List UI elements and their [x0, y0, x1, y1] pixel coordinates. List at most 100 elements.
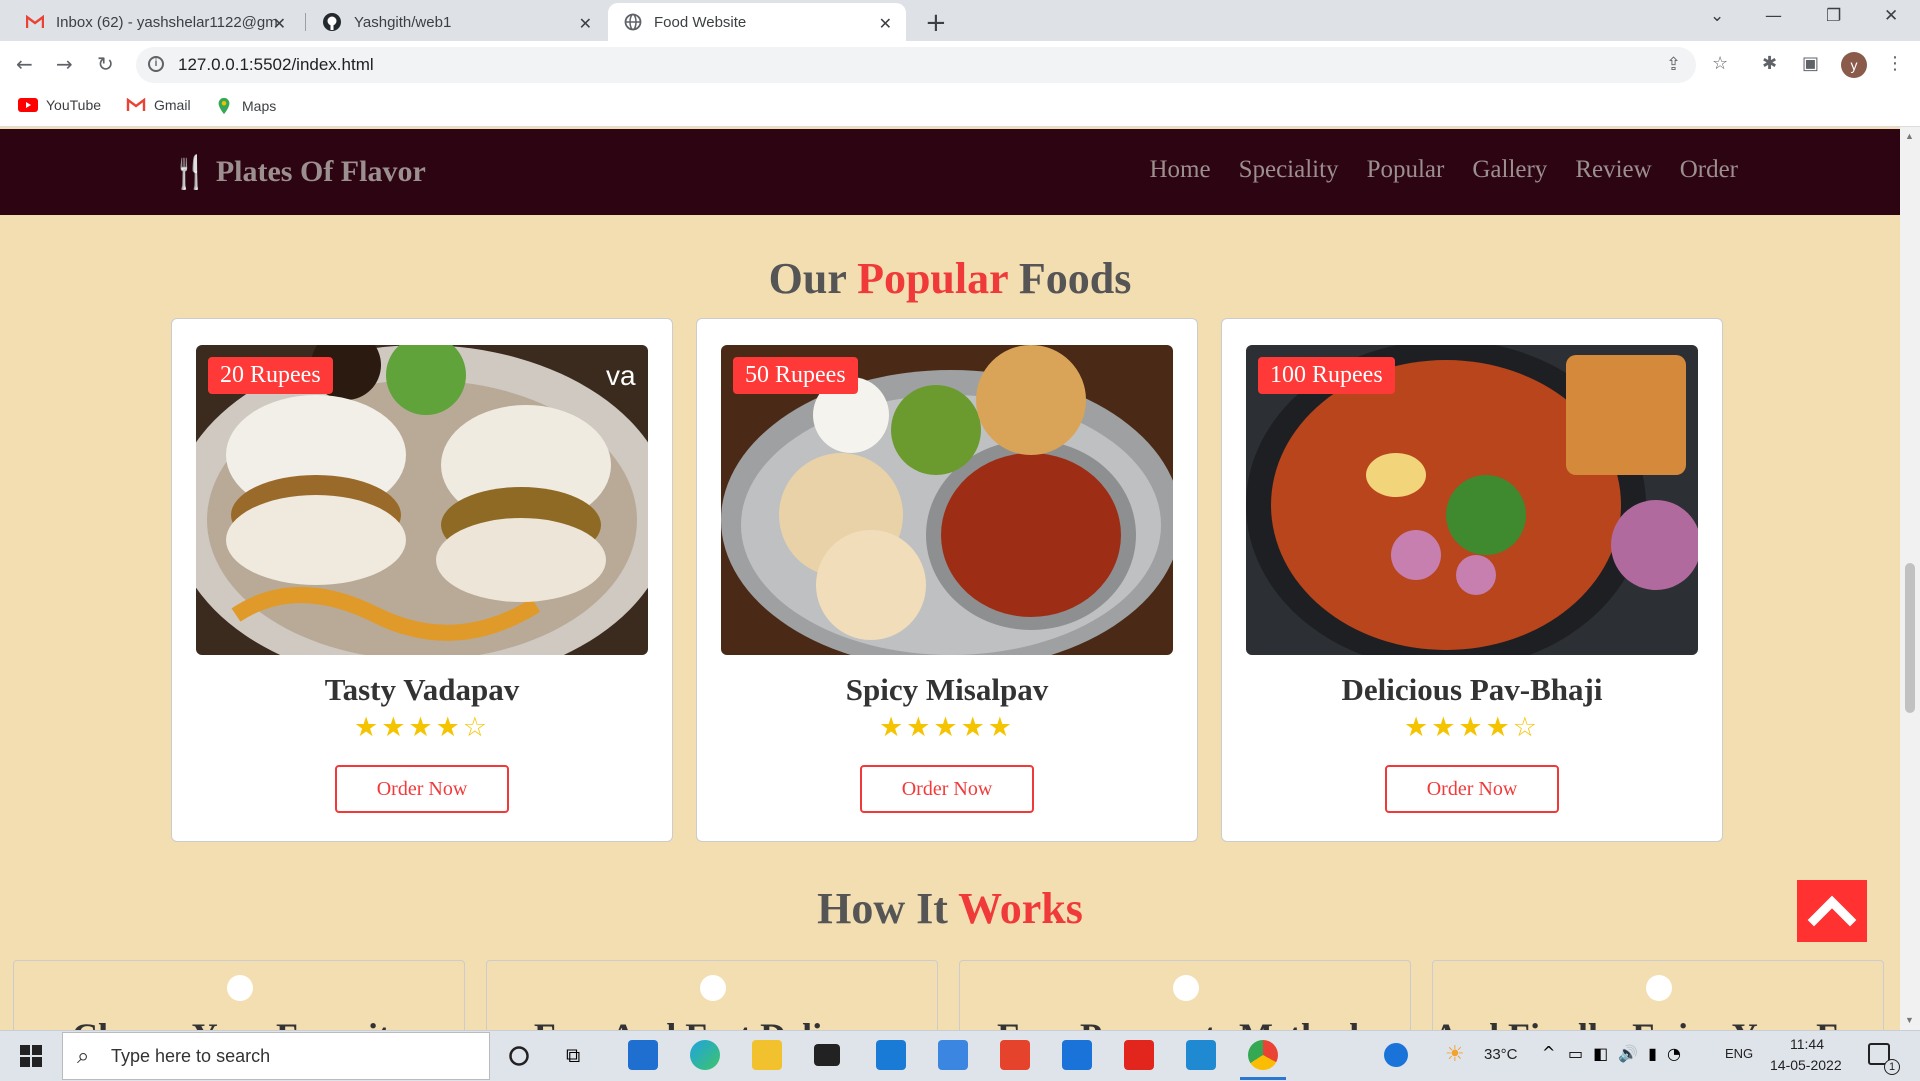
forward-icon[interactable]: →	[56, 52, 73, 76]
food-name: Tasty Vadapav	[324, 672, 520, 707]
step-title: And Finally, Enjoy Your Food	[1433, 1015, 1883, 1030]
language-text[interactable]: ENG	[1725, 1046, 1753, 1061]
vscode-icon[interactable]	[1186, 1040, 1216, 1070]
bookmark-label: Maps	[242, 98, 277, 114]
new-tab-button[interactable]: +	[925, 8, 947, 38]
tab-github[interactable]: Yashgith/web1 ✕	[310, 3, 606, 41]
close-window-icon[interactable]: ✕	[1884, 6, 1898, 26]
step-title: Choose Your Favorite	[14, 1015, 464, 1030]
office-icon[interactable]	[1000, 1040, 1030, 1070]
nav-home[interactable]: Home	[1149, 156, 1210, 184]
wps-icon[interactable]	[1124, 1040, 1154, 1070]
side-panel-icon[interactable]: ▣	[1802, 53, 1819, 74]
nav-popular[interactable]: Popular	[1367, 156, 1445, 184]
bookmark-star-icon[interactable]: ☆	[1712, 53, 1728, 74]
title-text: Our	[768, 254, 858, 303]
nav-speciality[interactable]: Speciality	[1239, 156, 1339, 184]
title-accent: Popular	[857, 254, 1008, 303]
page-scrollbar[interactable]: ▲ ▼	[1900, 127, 1920, 1030]
close-icon[interactable]: ✕	[273, 14, 286, 34]
temperature-text[interactable]: 33°C	[1484, 1046, 1518, 1063]
nav-order[interactable]: Order	[1680, 156, 1738, 184]
close-icon[interactable]: ✕	[879, 14, 892, 34]
site-info-icon[interactable]: i	[148, 56, 164, 72]
todo-icon[interactable]	[938, 1040, 968, 1070]
bookmark-gmail[interactable]: Gmail	[126, 97, 191, 113]
address-bar: ← → ↻ i 127.0.0.1:5502/index.html ⇪ ☆ ✱ …	[0, 41, 1920, 89]
scrollbar-thumb[interactable]	[1905, 563, 1915, 713]
maximize-icon[interactable]: ❐	[1826, 6, 1841, 26]
price-badge: 100 Rupees	[1258, 357, 1395, 394]
title-text: How It	[817, 884, 959, 933]
bookmark-maps[interactable]: Maps	[214, 97, 276, 115]
order-now-button[interactable]: Order Now	[860, 765, 1034, 813]
food-name: Delicious Pav-Bhaji	[1341, 672, 1603, 707]
store-icon[interactable]	[628, 1040, 658, 1070]
site-header: 🍴 Plates Of Flavor Home Speciality Popul…	[0, 129, 1900, 215]
bookmark-youtube[interactable]: YouTube	[18, 97, 101, 113]
extensions-icon[interactable]: ✱	[1762, 53, 1777, 74]
task-view-icon[interactable]: ⧉	[566, 1043, 580, 1067]
how-step-card: Free And Fast Delivery	[486, 960, 938, 1030]
main-nav: Home Speciality Popular Gallery Review O…	[1121, 156, 1738, 184]
tab-title: Inbox (62) - yashshelar1122@gm	[56, 13, 278, 31]
tray-icons[interactable]: ▭◧🔊▮◔	[1568, 1044, 1691, 1063]
food-name: Spicy Misalpav	[845, 672, 1049, 707]
step-image	[1646, 975, 1672, 1001]
close-icon[interactable]: ✕	[579, 14, 592, 34]
minimize-icon[interactable]: —	[1765, 6, 1782, 26]
edge-icon[interactable]	[690, 1040, 720, 1070]
avatar[interactable]: y	[1841, 52, 1867, 78]
globe-icon	[624, 13, 642, 31]
chevron-up-icon[interactable]: ^	[1542, 1043, 1555, 1062]
order-now-button[interactable]: Order Now	[335, 765, 509, 813]
order-now-button[interactable]: Order Now	[1385, 765, 1559, 813]
bookmark-label: Gmail	[154, 97, 191, 113]
step-title: Easy Payments Methods	[960, 1015, 1410, 1030]
nav-review[interactable]: Review	[1575, 156, 1651, 184]
gmail-icon	[26, 15, 44, 28]
cortana-icon[interactable]	[508, 1045, 530, 1067]
nav-gallery[interactable]: Gallery	[1472, 156, 1547, 184]
site-logo[interactable]: 🍴 Plates Of Flavor	[170, 153, 426, 191]
step-image	[700, 975, 726, 1001]
food-card-pav-bhaji: 100 Rupees Delicious Pav-Bhaji ★★★★☆ Ord…	[1221, 318, 1723, 842]
notification-count-badge: 1	[1884, 1059, 1900, 1075]
popular-section-title: Our Popular Foods	[0, 253, 1900, 304]
mail-icon[interactable]	[1062, 1040, 1092, 1070]
scroll-to-top-button[interactable]	[1797, 880, 1867, 942]
share-icon[interactable]: ⇪	[1666, 54, 1681, 75]
windows-start-icon[interactable]	[20, 1045, 42, 1067]
star-rating: ★★★★☆	[353, 712, 491, 743]
tab-gmail[interactable]: Inbox (62) - yashshelar1122@gm ✕	[14, 3, 300, 41]
dropbox-icon[interactable]	[814, 1044, 840, 1066]
title-accent: Works	[958, 884, 1083, 933]
page-viewport: 🍴 Plates Of Flavor Home Speciality Popul…	[0, 127, 1900, 1030]
app-icon[interactable]	[876, 1040, 906, 1070]
file-explorer-icon[interactable]	[752, 1040, 782, 1070]
menu-icon[interactable]: ⋮	[1886, 53, 1904, 74]
back-icon[interactable]: ←	[16, 52, 33, 76]
clock-time[interactable]: 11:44	[1790, 1036, 1824, 1052]
tab-food-website[interactable]: Food Website ✕	[608, 3, 906, 41]
help-icon[interactable]	[1384, 1043, 1408, 1067]
github-icon	[323, 13, 341, 31]
chrome-icon[interactable]	[1248, 1040, 1278, 1070]
price-badge: 50 Rupees	[733, 357, 858, 394]
reload-icon[interactable]: ↻	[97, 52, 114, 76]
food-card-misalpav: 50 Rupees Spicy Misalpav ★★★★★ Order Now	[696, 318, 1198, 842]
star-rating: ★★★★☆	[1403, 712, 1541, 743]
taskbar-search-input[interactable]: ⌕ Type here to search	[62, 1032, 490, 1080]
scroll-down-arrow-icon[interactable]: ▼	[1905, 1015, 1914, 1025]
url-text[interactable]: 127.0.0.1:5502/index.html	[178, 55, 374, 75]
omnibox[interactable]: i 127.0.0.1:5502/index.html ⇪	[136, 47, 1696, 83]
tab-title: Food Website	[654, 13, 747, 31]
clock-date[interactable]: 14-05-2022	[1770, 1057, 1842, 1073]
how-step-card: Choose Your Favorite	[13, 960, 465, 1030]
scroll-up-arrow-icon[interactable]: ▲	[1905, 131, 1914, 141]
step-image	[1173, 975, 1199, 1001]
tab-search-chevron-icon[interactable]: ⌄	[1710, 6, 1724, 26]
weather-icon[interactable]: ☀	[1445, 1042, 1465, 1067]
youtube-icon	[18, 98, 38, 112]
title-text: Foods	[1007, 254, 1132, 303]
